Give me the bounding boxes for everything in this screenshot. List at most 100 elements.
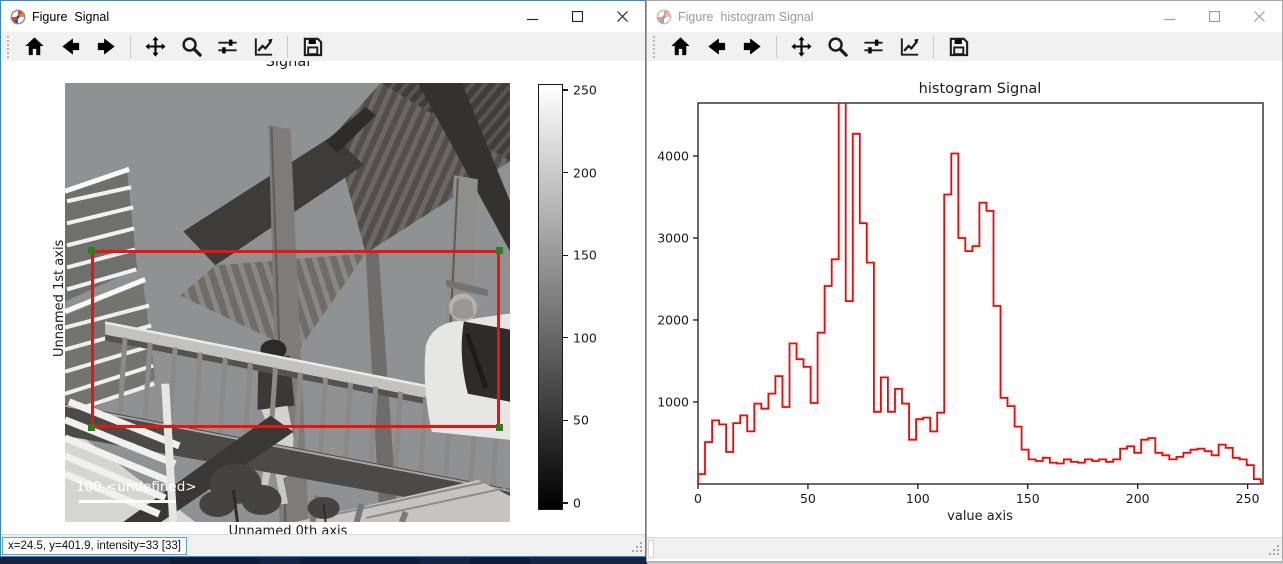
x-tick-label: 250 (1236, 491, 1260, 506)
toolbar-drag-handle[interactable] (653, 36, 657, 58)
minimize-button[interactable] (510, 1, 555, 32)
maximize-button[interactable] (555, 1, 600, 32)
colorbar-tick-label: 250 (573, 83, 597, 98)
navigation-toolbar (647, 32, 1282, 61)
floppy-save-icon (301, 35, 324, 58)
histogram-plot[interactable]: histogram Signal 10002000300040000501001… (647, 63, 1282, 546)
back-arrow-icon (705, 35, 728, 58)
forward-arrow-icon (741, 35, 764, 58)
roi-handle-topleft[interactable] (88, 247, 95, 254)
forward-button[interactable] (737, 34, 767, 60)
maximize-button[interactable] (1192, 1, 1237, 32)
roi-handle-bottomright[interactable] (496, 424, 503, 431)
toolbar-separator (776, 36, 777, 58)
x-tick-label: 50 (800, 491, 816, 506)
pan-button[interactable] (786, 34, 816, 60)
save-button[interactable] (297, 34, 327, 60)
plot-border (698, 103, 1263, 484)
cursor-position-readout (648, 540, 654, 558)
x-tick-label: 100 (906, 491, 930, 506)
matplotlib-icon (10, 9, 26, 25)
titlebar[interactable]: Figure histogram Signal (647, 1, 1282, 32)
window-title: Figure Signal (32, 10, 109, 24)
toolbar-drag-handle[interactable] (7, 36, 11, 58)
close-button[interactable] (600, 1, 645, 32)
pan-arrows-icon (144, 35, 167, 58)
configure-subplots-button[interactable] (212, 34, 242, 60)
matplotlib-icon (656, 9, 672, 25)
back-button[interactable] (701, 34, 731, 60)
minimize-icon (527, 11, 538, 22)
minimize-button[interactable] (1147, 1, 1192, 32)
resize-grip[interactable] (631, 541, 643, 553)
close-button[interactable] (1237, 1, 1282, 32)
window-title: Figure histogram Signal (678, 10, 813, 24)
figure-histogram-window: Figure histogram Signal histogram Signal… (646, 0, 1283, 562)
navigation-toolbar (1, 32, 645, 61)
configure-subplots-button[interactable] (858, 34, 888, 60)
colorbar-tick-label: 200 (573, 165, 597, 180)
y-tick-label: 3000 (657, 230, 689, 245)
minimize-icon (1164, 11, 1175, 22)
zoom-button[interactable] (822, 34, 852, 60)
maximize-icon (572, 11, 583, 22)
colorbar-tick-label: 150 (573, 248, 597, 263)
colorbar-tick (563, 337, 568, 338)
taskbar-edge (0, 557, 647, 564)
home-button[interactable] (665, 34, 695, 60)
cursor-position-readout: x=24.5, y=401.9, intensity=33 [33] (2, 537, 187, 555)
y-tick-label: 2000 (657, 312, 689, 327)
edit-parameters-button[interactable] (248, 34, 278, 60)
plot-title: Signal (266, 61, 311, 70)
figure-signal-window: Figure Signal Signal Unnamed 1st axis (0, 0, 646, 557)
line-chart-icon (252, 35, 275, 58)
figure-canvas[interactable]: histogram Signal 10002000300040000501001… (647, 63, 1282, 546)
toolbar-separator (130, 36, 131, 58)
x-tick-label: 150 (1016, 491, 1040, 506)
titlebar[interactable]: Figure Signal (1, 1, 645, 32)
colorbar-tick (563, 172, 568, 173)
colorbar-tick (563, 420, 568, 421)
pan-button[interactable] (140, 34, 170, 60)
line-chart-icon (898, 35, 921, 58)
chart-title: histogram Signal (919, 81, 1042, 97)
save-button[interactable] (943, 34, 973, 60)
x-tick-label: 0 (694, 491, 702, 506)
figure-canvas[interactable]: Signal Unnamed 1st axis (1, 61, 645, 537)
roi-handle-bottomleft[interactable] (88, 424, 95, 431)
colorbar-tick-label: 0 (573, 496, 581, 511)
statusbar: x=24.5, y=401.9, intensity=33 [33] (1, 534, 645, 556)
sliders-icon (862, 35, 885, 58)
colorbar-tick-label: 100 (573, 330, 597, 345)
colorbar[interactable] (538, 84, 563, 510)
maximize-icon (1209, 11, 1220, 22)
roi-rectangle[interactable] (91, 250, 500, 428)
x-tick-label: 200 (1126, 491, 1150, 506)
edit-parameters-button[interactable] (894, 34, 924, 60)
toolbar-separator (287, 36, 288, 58)
y-tick-label: 4000 (657, 148, 689, 163)
floppy-save-icon (947, 35, 970, 58)
forward-button[interactable] (91, 34, 121, 60)
home-button[interactable] (19, 34, 49, 60)
colorbar-tick (563, 502, 568, 503)
histogram-line (698, 90, 1261, 484)
toolbar-separator (933, 36, 934, 58)
back-arrow-icon (59, 35, 82, 58)
colorbar-tick (563, 255, 568, 256)
zoom-button[interactable] (176, 34, 206, 60)
close-icon (617, 11, 628, 22)
x-axis-label: value axis (947, 509, 1013, 524)
roi-handle-topright[interactable] (496, 247, 503, 254)
image-plot[interactable]: 100 <undefined> (65, 83, 510, 522)
pan-arrows-icon (790, 35, 813, 58)
home-icon (23, 35, 46, 58)
home-icon (669, 35, 692, 58)
scalebar-label: 100 <undefined> (76, 479, 197, 495)
colorbar-tick (563, 89, 568, 90)
magnifier-icon (180, 35, 203, 58)
sliders-icon (216, 35, 239, 58)
forward-arrow-icon (95, 35, 118, 58)
resize-grip[interactable] (1268, 544, 1280, 556)
back-button[interactable] (55, 34, 85, 60)
